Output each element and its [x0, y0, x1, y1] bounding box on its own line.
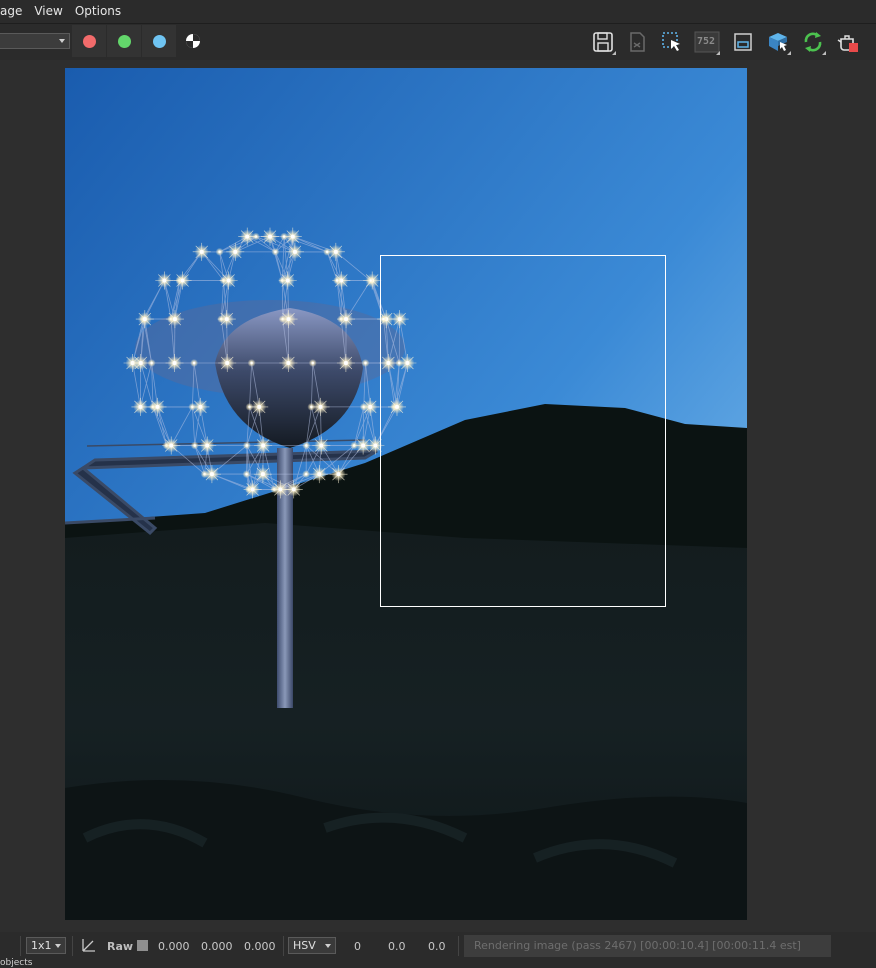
menu-options[interactable]: Options [75, 4, 129, 18]
light-bulb [243, 470, 251, 478]
zoom-value: 1x1 [31, 939, 52, 952]
menu-view[interactable]: View [34, 4, 70, 18]
red-channel-button[interactable] [72, 25, 106, 57]
alpha-channel-button[interactable] [177, 25, 209, 57]
submenu-corner-icon [822, 51, 826, 55]
zoom-select[interactable]: 1x1 [26, 937, 66, 954]
blue-dot-icon [153, 35, 166, 48]
extra-toolbar-button[interactable] [866, 26, 876, 58]
stop-render-button[interactable] [832, 26, 864, 58]
status-bar: 1x1 Raw 0.000 0.000 0.000 HSV 0 0.0 0.0 … [0, 932, 876, 960]
teapot-stop-icon [836, 30, 860, 54]
region-render-icon [732, 31, 754, 53]
light-bulb [323, 248, 331, 256]
channel-dropdown[interactable] [0, 33, 70, 49]
render-progress: Rendering image (pass 2467) [00:00:10.4]… [464, 935, 831, 957]
blue-channel-button[interactable] [142, 25, 176, 57]
render-counter-button[interactable]: 752 [691, 26, 723, 58]
chevron-down-icon [55, 944, 61, 948]
frame-buffer-toolbar: 752 [0, 23, 876, 59]
menu-image[interactable]: age [0, 4, 30, 18]
color-mode-select[interactable]: HSV [288, 937, 336, 954]
chevron-down-icon [59, 39, 65, 43]
light-bulb [190, 359, 198, 367]
menu-bar: age View Options [0, 0, 876, 22]
pixel-picker-icon[interactable] [81, 937, 97, 953]
save-icon [592, 31, 614, 53]
separator [20, 936, 21, 956]
light-bulb [216, 248, 224, 256]
alpha-icon [185, 33, 201, 49]
separator [72, 936, 73, 956]
load-image-button[interactable] [621, 26, 653, 58]
save-image-button[interactable] [587, 26, 619, 58]
region-render-button[interactable] [727, 26, 759, 58]
document-icon [626, 31, 648, 53]
light-bulb [302, 441, 310, 449]
light-bulb [248, 359, 256, 367]
render-last-button[interactable] [762, 26, 794, 58]
chevron-down-icon [325, 944, 331, 948]
light-bulb [367, 277, 375, 285]
progress-text: Rendering image (pass 2467) [00:00:10.4]… [474, 939, 801, 952]
render-counter-text: 752 [697, 36, 715, 47]
green-channel-button[interactable] [107, 25, 141, 57]
red-value: 0.000 [158, 940, 190, 953]
red-dot-icon [83, 35, 96, 48]
rendered-image[interactable] [65, 68, 747, 920]
light-bulb [333, 277, 341, 285]
region-select-button[interactable] [656, 26, 688, 58]
green-value: 0.000 [201, 940, 233, 953]
light-bulb [309, 359, 317, 367]
light-bulb [271, 248, 279, 256]
separator [458, 936, 459, 956]
hue-value: 0 [354, 940, 361, 953]
raw-label: Raw [107, 940, 133, 953]
frame-buffer-viewport[interactable] [0, 60, 876, 932]
blue-value: 0.000 [244, 940, 276, 953]
separator [283, 936, 284, 956]
region-select-icon [660, 30, 684, 54]
render-region-box[interactable] [380, 255, 666, 607]
submenu-corner-icon [716, 51, 720, 55]
saturation-value: 0.0 [388, 940, 406, 953]
color-swatch [137, 940, 148, 951]
light-bulb [361, 359, 369, 367]
light-bulb [191, 441, 199, 449]
value-value: 0.0 [428, 940, 446, 953]
light-bulb [243, 441, 251, 449]
interactive-render-button[interactable] [797, 26, 829, 58]
color-mode-value: HSV [293, 939, 316, 952]
light-bulb [302, 470, 310, 478]
submenu-corner-icon [787, 51, 791, 55]
light-bulb [280, 233, 288, 241]
green-dot-icon [118, 35, 131, 48]
submenu-corner-icon [612, 51, 616, 55]
